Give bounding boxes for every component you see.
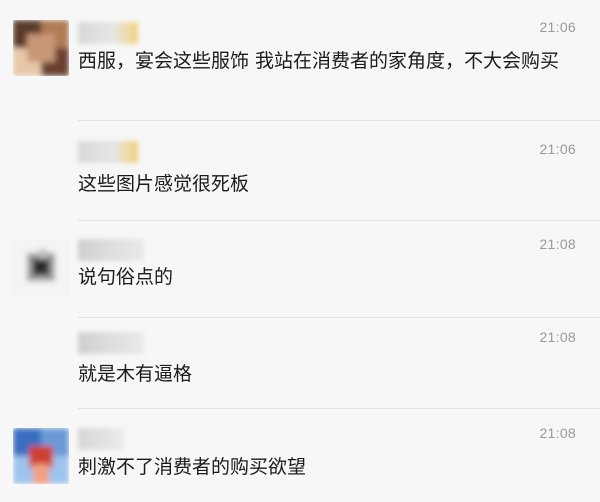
chat-message[interactable]: 21:08 就是木有逼格 [0,318,600,406]
avatar-image [13,239,69,295]
sender-name [78,428,124,450]
chat-message[interactable]: 21:08 说句俗点的 [0,221,600,316]
avatar-image [13,20,69,76]
sender-name [78,22,138,44]
message-text: 这些图片感觉很死板 [78,173,250,195]
message-text: 西服，宴会这些服饰 我站在消费者的家角度，不大会购买 [78,50,560,72]
message-time: 21:06 [539,19,576,35]
message-time: 21:08 [539,329,576,345]
avatar[interactable] [13,239,69,295]
avatar[interactable] [13,20,69,76]
chat-message-list: 21:06 西服，宴会这些服饰 我站在消费者的家角度，不大会购买 21:06 这… [0,0,600,502]
message-time: 21:08 [539,236,576,252]
avatar[interactable] [13,428,69,484]
sender-name [78,239,144,261]
sender-name [78,141,138,163]
message-time: 21:08 [539,425,576,441]
chat-message[interactable]: 21:06 这些图片感觉很死板 [0,121,600,216]
message-time: 21:06 [539,141,576,157]
sender-name [78,332,144,354]
message-text: 说句俗点的 [78,266,174,288]
message-text: 刺激不了消费者的购买欲望 [78,456,307,478]
avatar-image [13,428,69,484]
chat-message[interactable]: 21:08 刺激不了消费者的购买欲望 [0,409,600,502]
message-text: 就是木有逼格 [78,363,193,385]
chat-message[interactable]: 21:06 西服，宴会这些服饰 我站在消费者的家角度，不大会购买 [0,0,600,118]
